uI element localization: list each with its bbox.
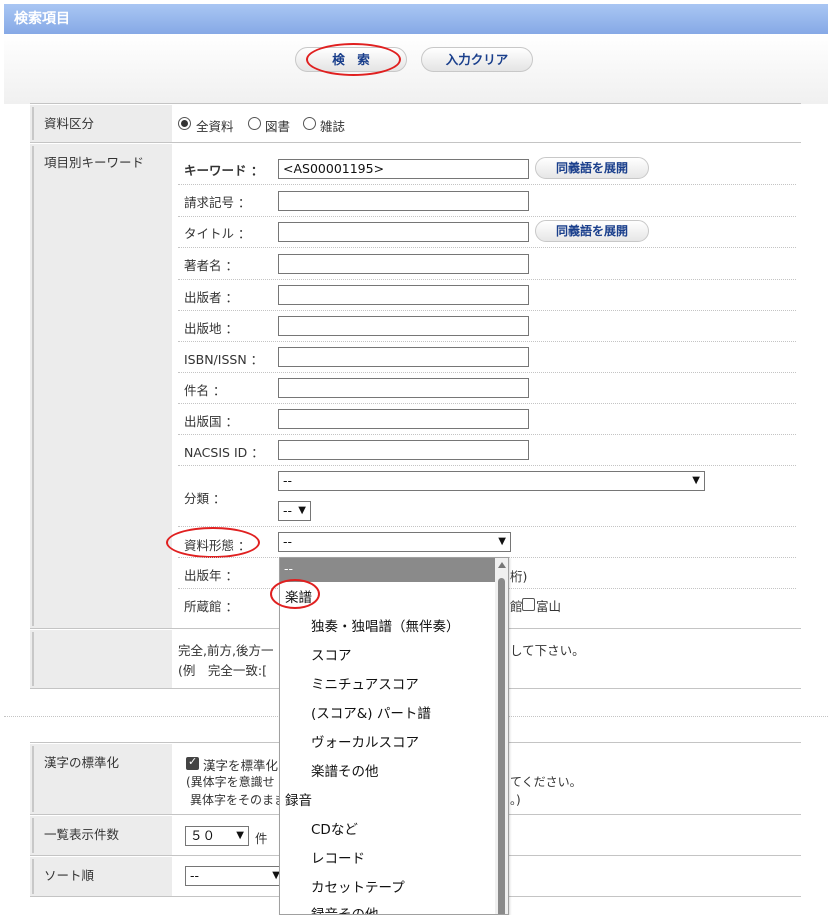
author-input[interactable] — [278, 254, 529, 274]
doc-type-label: 資料区分 — [44, 116, 95, 131]
chevron-down-icon: ▼ — [692, 475, 700, 486]
kanji-note-a: (異体字を意識せ — [186, 775, 275, 789]
nacsis-input[interactable] — [278, 440, 529, 460]
radio-journals[interactable] — [303, 117, 316, 130]
scroll-up-arrow-icon[interactable] — [498, 562, 506, 568]
nacsis-label: NACSIS ID ： — [184, 445, 264, 460]
sort-label: ソート順 — [44, 868, 95, 883]
action-area — [4, 34, 828, 104]
dropdown-group-score: 楽譜 — [285, 590, 312, 606]
dropdown-option[interactable]: スコア — [311, 644, 352, 664]
dropdown-option[interactable]: ミニチュアスコア — [311, 673, 419, 693]
dropdown-option[interactable]: 独奏・独唱譜（無伴奏） — [311, 615, 460, 635]
keyword-section-label: 項目別キーワード — [44, 155, 145, 170]
dropdown-group-recording: 録音 — [285, 793, 312, 809]
dropdown-option[interactable]: レコード — [311, 847, 365, 867]
radio-all-label: 全資料 — [196, 119, 234, 134]
subject-input[interactable] — [278, 378, 529, 398]
note-line1-b: して下さい。 — [510, 643, 585, 658]
publisher-input[interactable] — [278, 285, 529, 305]
note-line1-a: 完全,前方,後方一 — [178, 643, 274, 658]
display-count-label-cell: 一覧表示件数 — [30, 815, 172, 855]
note-line2: (例 完全一致:[ — [178, 663, 267, 678]
radio-books-label: 図書 — [265, 119, 291, 134]
country-label: 出版国 ： — [184, 414, 238, 429]
expand-synonyms-button-title[interactable]: 同義語を展開 — [535, 220, 649, 242]
kanji-checkbox[interactable] — [186, 755, 199, 770]
radio-all[interactable] — [178, 117, 191, 130]
place-input[interactable] — [278, 316, 529, 336]
dropdown-option[interactable]: (スコア&) パート譜 — [311, 702, 431, 722]
toyama-label: 富山 — [536, 599, 562, 614]
kanji-check-label: 漢字を標準化 — [203, 758, 279, 773]
dropdown-option[interactable]: 楽譜その他 — [311, 760, 379, 780]
scrollbar-thumb[interactable] — [498, 578, 505, 914]
call-number-label: 請求記号 ： — [184, 195, 251, 210]
radio-journals-label: 雑誌 — [320, 119, 346, 134]
isbn-label: ISBN/ISSN ： — [184, 352, 264, 367]
expand-synonyms-button-keyword[interactable]: 同義語を展開 — [535, 157, 649, 179]
search-button[interactable]: 検 索 — [295, 47, 407, 72]
classification-select[interactable]: -- ▼ — [278, 471, 705, 491]
display-count-suffix: 件 — [255, 831, 268, 846]
call-number-input[interactable] — [278, 191, 529, 211]
keyword-label-cell: 項目別キーワード — [30, 143, 172, 628]
dropdown-option-selected[interactable]: -- — [280, 558, 496, 582]
dropdown-option[interactable]: ヴォーカルスコア — [311, 731, 419, 751]
sort-select[interactable]: -- ▼ — [185, 866, 285, 886]
library-label: 所蔵館 ： — [184, 599, 238, 614]
clear-button[interactable]: 入力クリア — [421, 47, 533, 72]
chevron-down-icon: ▼ — [298, 505, 306, 516]
chevron-down-icon: ▼ — [498, 536, 506, 547]
classification-sub-select[interactable]: -- ▼ — [278, 501, 311, 521]
kanji-label: 漢字の標準化 — [44, 755, 120, 770]
material-form-select[interactable]: -- ▼ — [278, 532, 511, 552]
library-partial: 館 — [510, 599, 523, 614]
place-label: 出版地 ： — [184, 321, 238, 336]
isbn-input[interactable] — [278, 347, 529, 367]
title-label: タイトル ： — [184, 226, 251, 241]
title-input[interactable] — [278, 222, 529, 242]
country-input[interactable] — [278, 409, 529, 429]
chevron-down-icon: ▼ — [236, 830, 244, 841]
classification-label: 分類 ： — [184, 491, 226, 506]
radio-books[interactable] — [248, 117, 261, 130]
keyword-input[interactable]: <AS00001195> — [278, 159, 529, 179]
subject-label: 件名 ： — [184, 383, 226, 398]
display-count-label: 一覧表示件数 — [44, 827, 120, 842]
author-label: 著者名 ： — [184, 258, 238, 273]
section-title: 検索項目 — [14, 11, 70, 27]
kanji-note-d: 。) — [510, 793, 521, 807]
display-count-select[interactable]: ５０ ▼ — [185, 826, 249, 846]
doc-type-label-cell: 資料区分 — [30, 104, 172, 142]
dropdown-option[interactable]: カセットテープ — [311, 876, 405, 896]
kanji-note-b: てください。 — [510, 775, 582, 789]
pub-year-hint: 桁) — [510, 569, 528, 584]
toyama-checkbox[interactable] — [522, 598, 535, 611]
dropdown-scrollbar[interactable] — [495, 558, 508, 914]
kanji-note-c: 異体字をそのまま — [190, 793, 287, 807]
kanji-label-cell: 漢字の標準化 — [30, 743, 172, 814]
material-form-label: 資料形態 ： — [184, 538, 251, 553]
keyword-label: キーワード ： — [184, 163, 264, 178]
dropdown-option[interactable]: 録音その他 — [311, 903, 379, 914]
publisher-label: 出版者 ： — [184, 290, 238, 305]
dropdown-option[interactable]: CDなど — [311, 818, 358, 838]
pub-year-label: 出版年 ： — [184, 568, 238, 583]
material-form-dropdown-list[interactable]: -- 楽譜 独奏・独唱譜（無伴奏） スコア ミニチュアスコア (スコア&) パー… — [279, 557, 509, 915]
sort-label-cell: ソート順 — [30, 856, 172, 896]
note-label-cell — [30, 629, 172, 688]
section-header: 検索項目 — [4, 4, 828, 34]
